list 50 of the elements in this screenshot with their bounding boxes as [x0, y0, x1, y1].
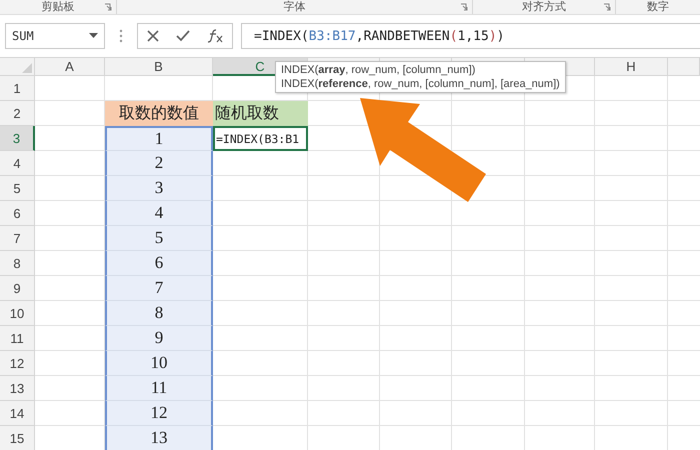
row-header[interactable]: 4 — [0, 151, 35, 176]
ribbon-group-label: 对齐方式 — [522, 1, 566, 13]
row-header[interactable]: 8 — [0, 251, 35, 276]
table-cell[interactable]: 10 — [105, 351, 213, 376]
table-cell[interactable]: 2 — [105, 151, 213, 176]
table-cell[interactable]: 12 — [105, 401, 213, 426]
function-tooltip: INDEX(array, row_num, [column_num]) INDEX(reference, row_num, [column_num], [area_num]) — [275, 61, 566, 93]
column-header[interactable]: A — [35, 58, 105, 76]
table-cell[interactable]: 13 — [105, 426, 213, 450]
row-header[interactable]: 5 — [0, 176, 35, 201]
column-header[interactable]: H — [595, 58, 668, 76]
check-icon[interactable] — [176, 30, 190, 42]
table-cell[interactable]: 8 — [105, 301, 213, 326]
row-header[interactable]: 11 — [0, 326, 35, 351]
row-header[interactable]: 2 — [0, 101, 35, 126]
row-header[interactable]: 6 — [0, 201, 35, 226]
column-header[interactable]: B — [105, 58, 213, 76]
triangle-icon — [22, 63, 32, 73]
table-cell[interactable]: 7 — [105, 276, 213, 301]
dialog-launcher-icon[interactable] — [460, 3, 468, 11]
row-header[interactable]: 9 — [0, 276, 35, 301]
row-header[interactable]: 14 — [0, 401, 35, 426]
ribbon-group-label: 数字 — [647, 1, 669, 13]
grip-icon[interactable] — [119, 29, 123, 43]
formula-input[interactable]: =INDEX(B3:B17,RANDBETWEEN(1,15)) — [241, 23, 700, 49]
table-cell[interactable]: 1 — [105, 126, 213, 151]
table-cell[interactable]: 3 — [105, 176, 213, 201]
row-header[interactable]: 15 — [0, 426, 35, 450]
name-box[interactable]: SUM — [5, 23, 105, 49]
dialog-launcher-icon[interactable] — [603, 3, 611, 11]
row-header[interactable]: 13 — [0, 376, 35, 401]
cancel-icon[interactable] — [146, 30, 159, 42]
table-cell[interactable]: 取数的数值 — [105, 101, 213, 126]
row-header[interactable]: 7 — [0, 226, 35, 251]
table-cell[interactable]: 随机取数 — [213, 101, 308, 126]
row-header[interactable]: 3 — [0, 126, 35, 151]
table-cell[interactable]: 11 — [105, 376, 213, 401]
caret-icon — [89, 33, 98, 39]
dialog-launcher-icon[interactable] — [104, 3, 112, 11]
ribbon-group-label: 剪贴板 — [42, 1, 74, 13]
function-icon[interactable] — [207, 29, 224, 43]
table-cell[interactable]: 9 — [105, 326, 213, 351]
table-cell[interactable]: 5 — [105, 226, 213, 251]
ribbon-group-label: 字体 — [284, 1, 306, 13]
row-header[interactable]: 10 — [0, 301, 35, 326]
table-cell[interactable]: 6 — [105, 251, 213, 276]
active-cell[interactable]: =INDEX(B3:B1 — [213, 126, 308, 151]
table-cell[interactable]: 4 — [105, 201, 213, 226]
row-header[interactable]: 1 — [0, 76, 35, 101]
row-header[interactable]: 12 — [0, 351, 35, 376]
